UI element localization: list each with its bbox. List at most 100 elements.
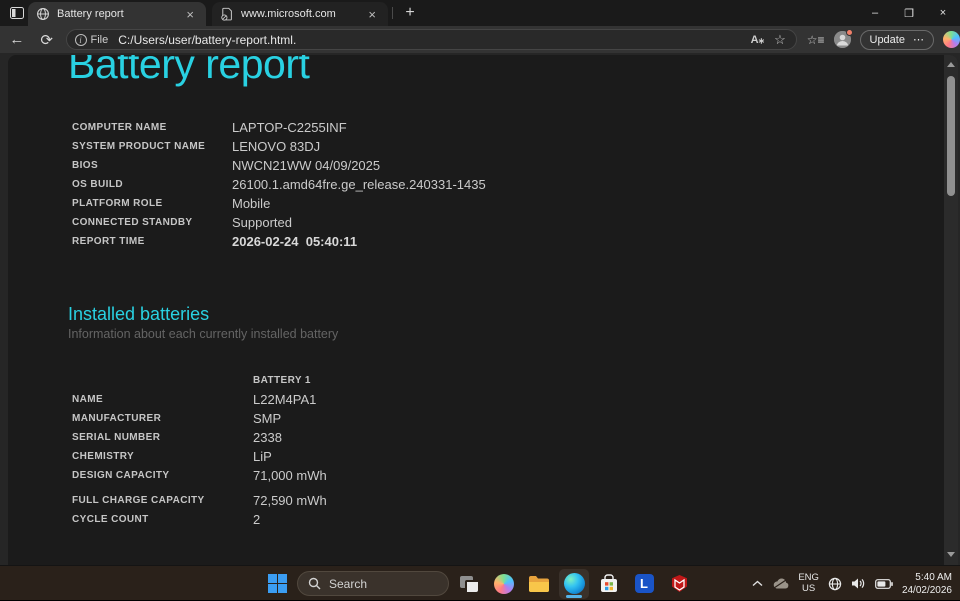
table-header-row: BATTERY 1 bbox=[72, 371, 958, 390]
row-value: NWCN21WW 04/09/2025 bbox=[232, 158, 380, 173]
onedrive-icon[interactable] bbox=[772, 578, 789, 589]
tab-title: www.microsoft.com bbox=[241, 8, 364, 20]
installed-batteries-subtitle: Information about each currently install… bbox=[68, 327, 958, 341]
tray-time: 5:40 AM bbox=[902, 571, 952, 584]
row-label: CONNECTED STANDBY bbox=[72, 217, 232, 228]
tab-divider bbox=[392, 7, 393, 19]
close-button[interactable]: × bbox=[926, 0, 960, 26]
tray-date: 24/02/2026 bbox=[902, 584, 952, 597]
file-explorer-button[interactable] bbox=[524, 569, 554, 599]
battery-column-header: BATTERY 1 bbox=[253, 375, 311, 386]
site-info-chip[interactable]: i File bbox=[75, 34, 109, 46]
refresh-button[interactable]: ⟳ bbox=[34, 29, 60, 51]
scroll-down-arrow[interactable] bbox=[944, 547, 958, 561]
new-tab-button[interactable]: + bbox=[399, 3, 421, 23]
table-row: REPORT TIME2026-02-24 05:40:11 bbox=[72, 232, 958, 251]
clock[interactable]: 5:40 AM 24/02/2026 bbox=[902, 571, 952, 597]
scroll-up-arrow[interactable] bbox=[944, 57, 958, 71]
mcafee-button[interactable] bbox=[664, 569, 694, 599]
table-row: OS BUILD26100.1.amd64fre.ge_release.2403… bbox=[72, 175, 958, 194]
copilot-taskbar-button[interactable] bbox=[489, 569, 519, 599]
row-value: LENOVO 83DJ bbox=[232, 139, 320, 154]
taskbar-search[interactable]: Search bbox=[297, 571, 449, 596]
language-line1: ENG bbox=[798, 573, 819, 584]
table-row: CYCLE COUNT2 bbox=[72, 510, 958, 529]
globe-icon bbox=[36, 7, 50, 21]
battery-icon[interactable] bbox=[875, 579, 893, 589]
table-row: SERIAL NUMBER2338 bbox=[72, 428, 958, 447]
minimize-button[interactable]: – bbox=[858, 0, 892, 26]
favorites-icon[interactable]: ☆≡ bbox=[807, 33, 825, 47]
language-indicator[interactable]: ENG US bbox=[798, 573, 819, 595]
taskbar: Search L bbox=[0, 565, 960, 600]
page-title: Battery report bbox=[68, 55, 958, 88]
url-text[interactable]: C:/Users/user/battery-report.html. bbox=[118, 33, 750, 47]
network-icon[interactable] bbox=[828, 577, 842, 591]
row-value: 26100.1.amd64fre.ge_release.240331-1435 bbox=[232, 177, 486, 192]
row-label: BIOS bbox=[72, 160, 232, 171]
row-value: SMP bbox=[253, 411, 281, 426]
edge-taskbar-button[interactable] bbox=[559, 569, 589, 599]
row-label: OS BUILD bbox=[72, 179, 232, 190]
edge-icon bbox=[564, 573, 585, 594]
language-line2: US bbox=[798, 584, 819, 595]
row-value: LAPTOP-C2255INF bbox=[232, 120, 347, 135]
more-menu-icon[interactable]: ⋯ bbox=[913, 33, 924, 46]
tab-actions-menu-button[interactable] bbox=[7, 4, 27, 22]
tab-strip: Battery report × www.microsoft.com × + –… bbox=[0, 0, 960, 26]
tab-close-button[interactable]: × bbox=[182, 7, 198, 22]
tab-actions-icon bbox=[10, 7, 24, 19]
favorite-star-icon[interactable]: ☆ bbox=[774, 32, 786, 48]
task-view-button[interactable] bbox=[454, 569, 484, 599]
table-row: CHEMISTRYLiP bbox=[72, 447, 958, 466]
row-label: FULL CHARGE CAPACITY bbox=[72, 495, 253, 506]
tray-chevron-up[interactable] bbox=[752, 580, 763, 587]
row-label: CHEMISTRY bbox=[72, 451, 253, 462]
copilot-icon[interactable] bbox=[943, 31, 960, 48]
notification-dot bbox=[846, 29, 853, 36]
row-value: Supported bbox=[232, 215, 292, 230]
row-value: 2026-02-24 05:40:11 bbox=[232, 234, 357, 249]
table-row: CONNECTED STANDBYSupported bbox=[72, 213, 958, 232]
update-label: Update bbox=[870, 34, 905, 46]
table-row: NAMEL22M4PA1 bbox=[72, 390, 958, 409]
row-label: NAME bbox=[72, 394, 253, 405]
microsoft-store-button[interactable] bbox=[594, 569, 624, 599]
row-label: COMPUTER NAME bbox=[72, 122, 232, 133]
row-label: SERIAL NUMBER bbox=[72, 432, 253, 443]
tab-close-button[interactable]: × bbox=[364, 7, 380, 22]
table-row: PLATFORM ROLEMobile bbox=[72, 194, 958, 213]
address-bar[interactable]: i File C:/Users/user/battery-report.html… bbox=[66, 29, 797, 50]
row-value: L22M4PA1 bbox=[253, 392, 316, 407]
row-value: Mobile bbox=[232, 196, 270, 211]
page-icon bbox=[220, 7, 234, 21]
update-button[interactable]: Update ⋯ bbox=[860, 30, 934, 50]
restore-button[interactable]: ❐ bbox=[892, 0, 926, 26]
tab-microsoft[interactable]: www.microsoft.com × bbox=[212, 2, 388, 26]
search-placeholder: Search bbox=[329, 577, 367, 591]
row-label: PLATFORM ROLE bbox=[72, 198, 232, 209]
start-button[interactable] bbox=[262, 569, 292, 599]
battery-table: BATTERY 1 NAMEL22M4PA1MANUFACTURERSMPSER… bbox=[72, 371, 958, 529]
table-row: MANUFACTURERSMP bbox=[72, 409, 958, 428]
row-label: DESIGN CAPACITY bbox=[72, 470, 253, 481]
tab-battery-report[interactable]: Battery report × bbox=[28, 2, 206, 26]
window-controls: – ❐ × bbox=[858, 0, 960, 26]
tab-title: Battery report bbox=[57, 8, 182, 20]
linkedin-button[interactable]: L bbox=[629, 569, 659, 599]
search-icon bbox=[308, 577, 321, 590]
table-row: SYSTEM PRODUCT NAMELENOVO 83DJ bbox=[72, 137, 958, 156]
content-frame: Battery report COMPUTER NAMELAPTOP-C2255… bbox=[0, 53, 960, 565]
back-button[interactable]: ← bbox=[4, 29, 30, 51]
scrollbar-thumb[interactable] bbox=[947, 76, 955, 196]
mcafee-shield-icon bbox=[670, 574, 689, 593]
volume-icon[interactable] bbox=[851, 577, 866, 590]
read-aloud-icon[interactable]: A⁎ bbox=[751, 33, 764, 46]
windows-logo-icon bbox=[268, 574, 287, 593]
profile-avatar[interactable] bbox=[834, 31, 851, 48]
copilot-icon bbox=[494, 574, 514, 594]
vertical-scrollbar[interactable] bbox=[944, 55, 958, 565]
linkedin-icon: L bbox=[635, 574, 654, 593]
info-icon: i bbox=[75, 34, 87, 46]
scheme-label: File bbox=[91, 34, 109, 46]
